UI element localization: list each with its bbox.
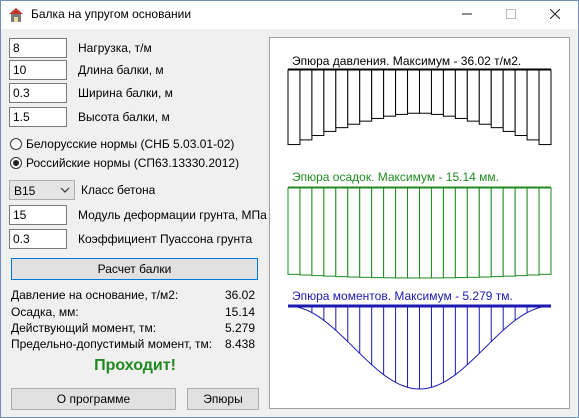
minimize-button[interactable] xyxy=(445,1,489,29)
close-button[interactable] xyxy=(533,1,577,29)
minimize-icon xyxy=(462,13,472,15)
result-moment-value: 5.279 xyxy=(224,321,255,335)
norm-russia-label[interactable]: Российские нормы (СП63.13330.2012) xyxy=(26,156,239,170)
width-field[interactable]: 0.3 xyxy=(9,83,67,103)
status-message: Проходит! xyxy=(94,357,176,374)
norm-russia-radio[interactable] xyxy=(10,157,22,169)
house-icon xyxy=(9,8,23,22)
result-pressure-value: 36.02 xyxy=(224,288,255,302)
radio-selected-dot xyxy=(13,160,19,166)
title-bar[interactable]: Балка на упругом основании xyxy=(1,1,578,29)
width-label: Ширина балки, м xyxy=(78,86,173,100)
height-label: Высота балки, м xyxy=(78,110,170,124)
modulus-label: Модуль деформации грунта, МПа xyxy=(78,208,267,222)
poisson-label: Коэффициент Пуассона грунта xyxy=(78,232,253,246)
concrete-class-label: Класс бетона xyxy=(81,183,156,197)
calculate-button[interactable]: Расчет балки xyxy=(11,258,258,280)
load-label: Нагрузка, т/м xyxy=(78,41,152,55)
result-allowable-moment-value: 8.438 xyxy=(224,337,255,351)
close-icon xyxy=(549,8,561,20)
result-moment-label: Действующий момент, тм: xyxy=(11,321,157,335)
modulus-field[interactable]: 15 xyxy=(9,205,67,225)
diagrams-button[interactable]: Эпюры xyxy=(187,388,259,410)
result-allowable-moment-label: Предельно-допустимый момент, тм: xyxy=(11,337,213,351)
load-field[interactable]: 8 xyxy=(9,38,67,58)
height-field[interactable]: 1.5 xyxy=(9,107,67,127)
result-pressure-label: Давление на основание, т/м2: xyxy=(11,288,179,302)
app-window: Балка на упругом основании 8 Нагрузка, т… xyxy=(0,0,579,418)
maximize-button[interactable] xyxy=(489,1,533,29)
about-button[interactable]: О программе xyxy=(11,388,176,410)
poisson-field[interactable]: 0.3 xyxy=(9,229,67,249)
result-settlement-label: Осадка, мм: xyxy=(11,305,79,319)
window-title: Балка на упругом основании xyxy=(31,7,192,21)
maximize-icon xyxy=(506,9,516,19)
norm-belarus-radio[interactable] xyxy=(10,138,22,150)
diagrams-panel: Эпюра давления. Максимум - 36.02 т/м2. Э… xyxy=(269,37,570,409)
chevron-down-icon xyxy=(60,187,70,193)
concrete-class-select[interactable]: B15 xyxy=(9,180,75,200)
moment-diagram xyxy=(287,304,552,390)
length-label: Длина балки, м xyxy=(78,63,164,77)
norm-belarus-label[interactable]: Белорусские нормы (СНБ 5.03.01-02) xyxy=(26,137,234,151)
length-field[interactable]: 10 xyxy=(9,60,67,80)
result-settlement-value: 15.14 xyxy=(224,305,255,319)
concrete-class-value: B15 xyxy=(14,184,36,198)
